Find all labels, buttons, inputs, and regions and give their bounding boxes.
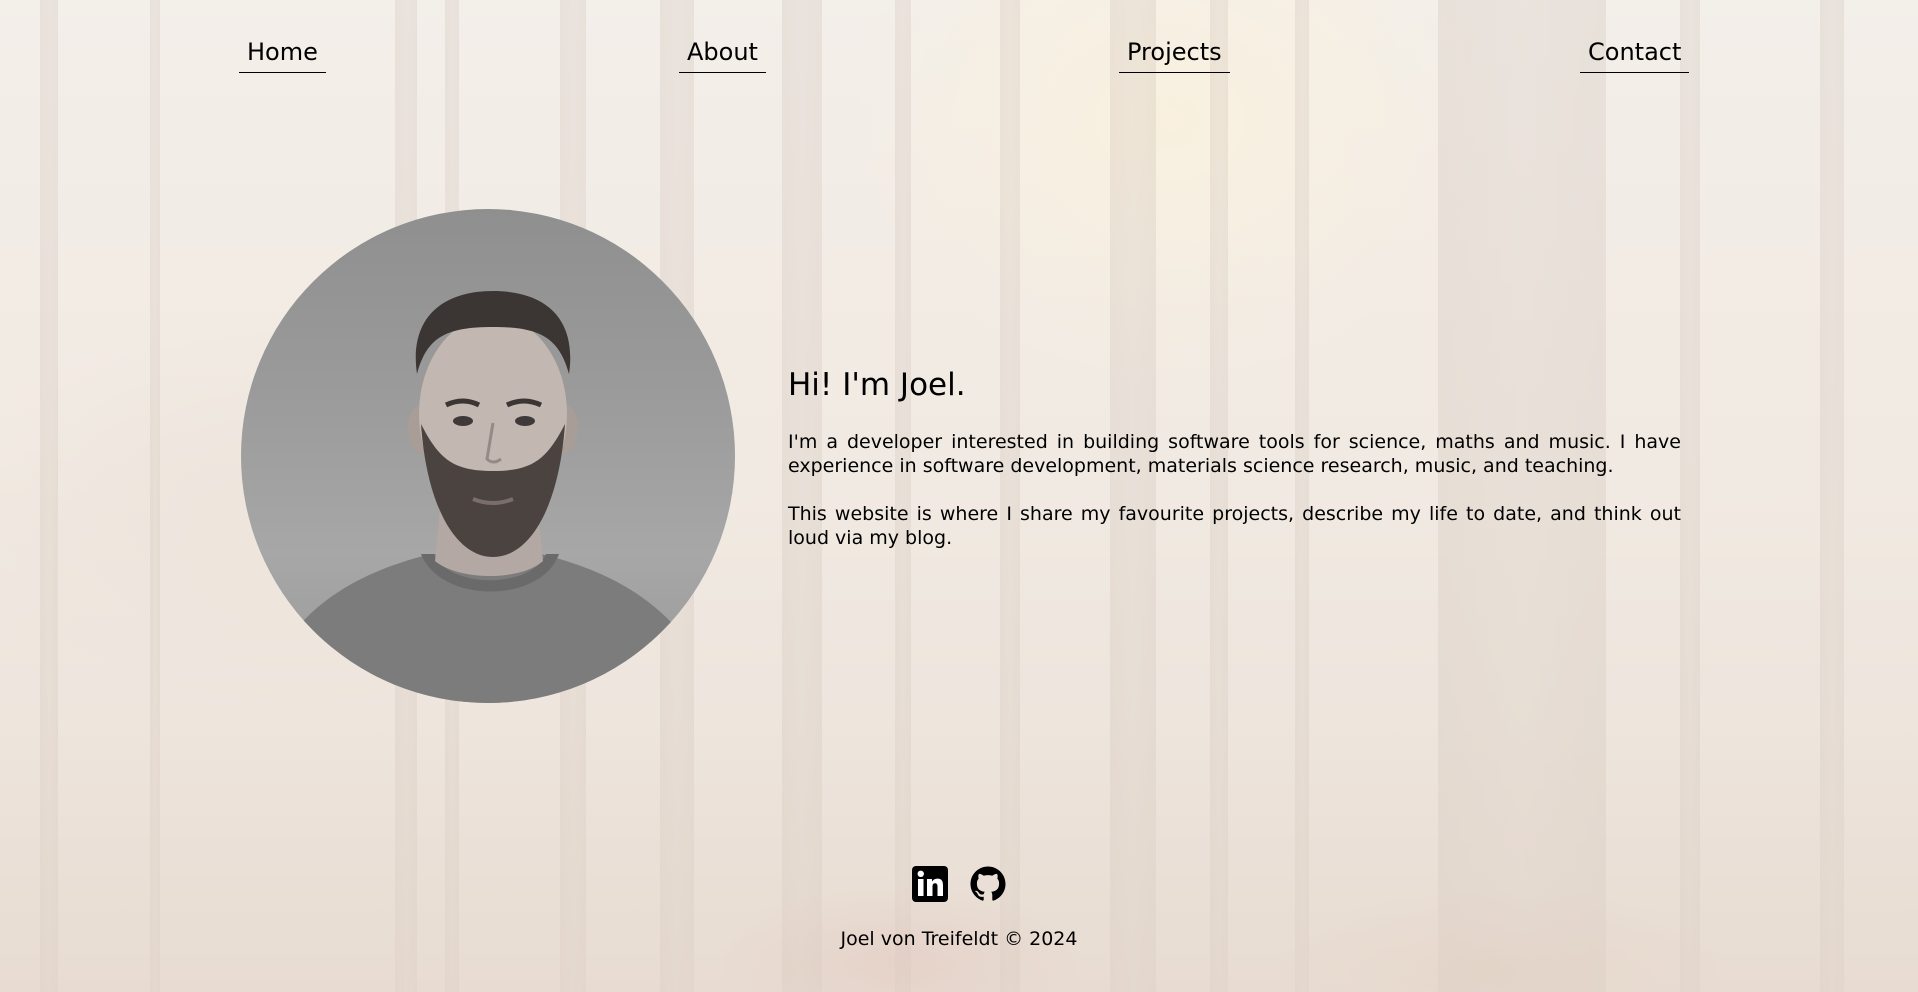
nav-projects-link[interactable]: Projects (1119, 38, 1230, 73)
nav-about-link[interactable]: About (679, 38, 766, 73)
profile-photo (241, 209, 735, 703)
github-icon (970, 866, 1006, 901)
nav-contact-link[interactable]: Contact (1580, 38, 1690, 73)
linkedin-link[interactable] (911, 865, 949, 903)
site-footer: Joel von Treifeldt © 2024 (0, 865, 1918, 951)
main-nav: Home About Projects Contact (0, 28, 1918, 78)
intro-paragraph-2: This website is where I share my favouri… (788, 503, 1681, 549)
social-links (0, 865, 1918, 905)
intro-heading: Hi! I'm Joel. (788, 367, 966, 403)
github-link[interactable] (969, 865, 1007, 903)
copyright-text: Joel von Treifeldt © 2024 (840, 928, 1078, 950)
intro-section: Hi! I'm Joel. I'm a developer interested… (788, 366, 1681, 574)
profile-portrait-illustration (261, 291, 715, 703)
nav-home-link[interactable]: Home (239, 38, 326, 73)
intro-paragraph-1: I'm a developer interested in building s… (788, 431, 1681, 477)
linkedin-icon (912, 866, 948, 902)
